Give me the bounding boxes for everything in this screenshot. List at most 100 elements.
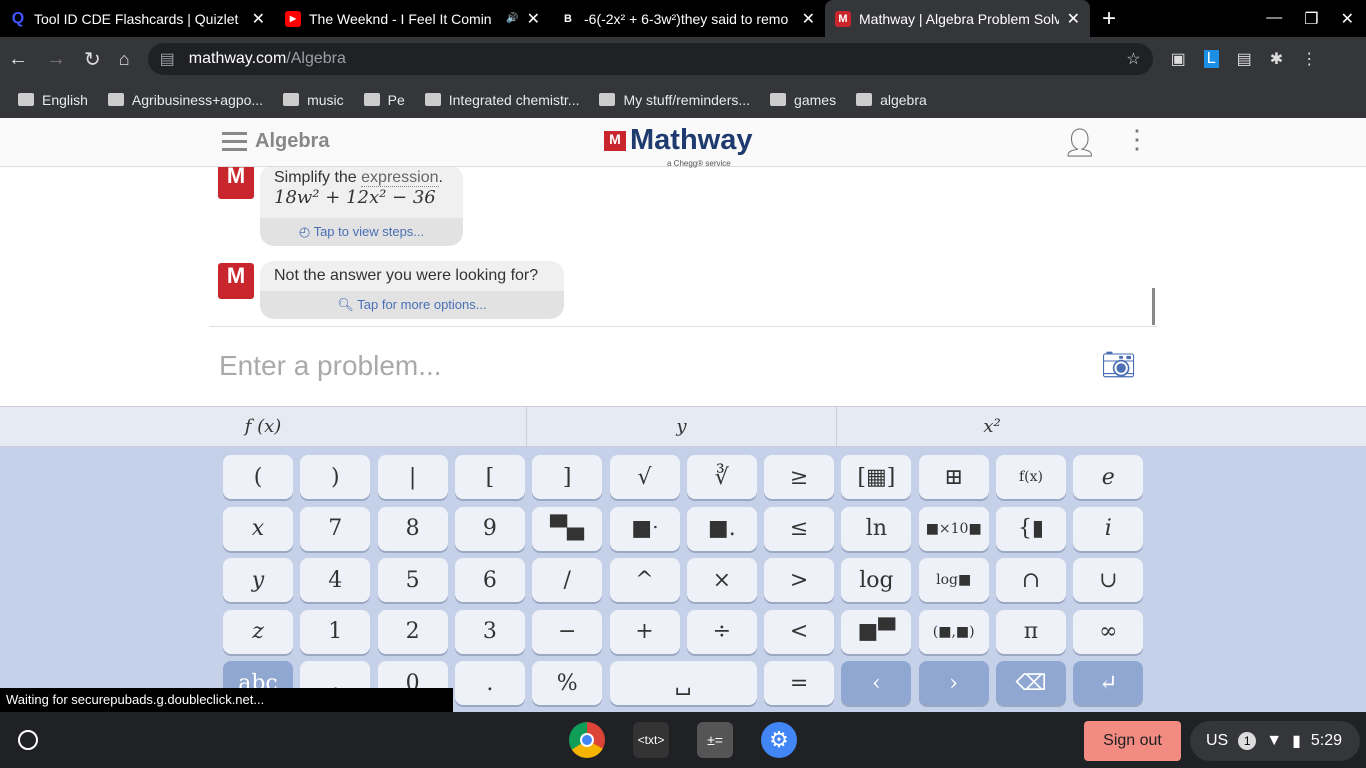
key[interactable]: / xyxy=(532,558,603,602)
key[interactable]: › xyxy=(918,661,989,705)
key[interactable]: 1 xyxy=(300,609,371,654)
key[interactable]: 2 xyxy=(377,609,448,654)
key[interactable]: ■▀ xyxy=(841,609,912,654)
key[interactable]: 3 xyxy=(454,609,525,654)
key[interactable]: ■ᐧ xyxy=(609,506,680,551)
key[interactable]: ■×10■ xyxy=(918,506,989,551)
problem-input[interactable]: Enter a problem... 📷︎ xyxy=(209,328,1157,406)
back-icon[interactable]: ← xyxy=(8,48,28,71)
system-tray[interactable]: US 1 ▼ ▮ 5:29 xyxy=(1190,721,1360,761)
user-icon[interactable]: 👤︎ xyxy=(1062,126,1098,159)
key[interactable]: ↵ xyxy=(1073,661,1144,705)
forward-icon[interactable]: → xyxy=(46,48,66,71)
settings-icon[interactable]: ⚙ xyxy=(761,722,797,758)
tab-youtube[interactable]: ▶ The Weeknd - I Feel It Comin 🔊 ✕ xyxy=(275,0,550,37)
key[interactable]: ] xyxy=(532,455,603,499)
bookmark-folder[interactable]: My stuff/reminders... xyxy=(599,92,750,108)
chrome-icon[interactable] xyxy=(569,722,605,758)
mathway-logo[interactable]: M Mathway a Chegg® service xyxy=(604,124,752,168)
close-window-icon[interactable]: ✕ xyxy=(1341,9,1354,29)
page-info-icon[interactable]: ▤ xyxy=(160,49,175,69)
key[interactable]: ∛ xyxy=(686,455,757,499)
key[interactable]: ( xyxy=(223,455,293,499)
more-options-button[interactable]: 🔍︎ Tap for more options... xyxy=(260,291,564,319)
key[interactable]: x xyxy=(223,506,293,551)
tab-mathway[interactable]: M Mathway | Algebra Problem Solve ✕ xyxy=(825,0,1090,37)
restore-icon[interactable]: ❐ xyxy=(1304,9,1318,29)
extension-icon[interactable]: ▤ xyxy=(1237,49,1252,69)
key[interactable]: ∞ xyxy=(1073,609,1144,654)
key[interactable]: log■ xyxy=(918,558,989,602)
key[interactable]: ⊞ xyxy=(918,455,989,499)
extension-icon[interactable]: L xyxy=(1203,50,1219,68)
key[interactable]: + xyxy=(609,609,680,654)
key[interactable]: ) xyxy=(300,455,371,499)
extension-icon[interactable]: ▣ xyxy=(1171,49,1186,69)
more-options-icon[interactable]: ⋮ xyxy=(1124,124,1150,155)
key[interactable]: | xyxy=(377,455,448,499)
key[interactable]: 7 xyxy=(300,506,371,551)
key[interactable]: ln xyxy=(841,506,912,551)
key[interactable]: log xyxy=(841,558,912,602)
home-icon[interactable]: ⌂ xyxy=(119,49,130,70)
key[interactable]: ▀▄ xyxy=(532,506,603,551)
new-tab-button[interactable]: + xyxy=(1102,5,1116,33)
reload-icon[interactable]: ↻ xyxy=(84,47,101,72)
key[interactable]: 8 xyxy=(377,506,448,551)
key[interactable]: ∩ xyxy=(996,558,1066,602)
key[interactable]: {▮ xyxy=(996,506,1066,551)
expression-link[interactable]: expression xyxy=(361,169,439,187)
key[interactable]: ‹ xyxy=(841,661,912,705)
calculator-icon[interactable]: ±= xyxy=(697,722,733,758)
close-icon[interactable]: ✕ xyxy=(802,9,815,29)
key[interactable]: × xyxy=(686,558,757,602)
bookmark-star-icon[interactable]: ☆ xyxy=(1126,49,1140,69)
key[interactable]: ■. xyxy=(686,506,757,551)
view-steps-button[interactable]: ◴ Tap to view steps... xyxy=(260,218,463,246)
key[interactable]: √ xyxy=(609,455,680,499)
menu-icon[interactable]: ⋮ xyxy=(1301,49,1317,69)
key[interactable]: [ xyxy=(454,455,525,499)
bookmark-folder[interactable]: Integrated chemistr... xyxy=(424,92,579,108)
bookmark-folder[interactable]: Agribusiness+agpo... xyxy=(107,92,263,108)
close-icon[interactable]: ✕ xyxy=(1067,9,1080,29)
bookmark-folder[interactable]: games xyxy=(770,92,836,108)
hamburger-menu-icon[interactable] xyxy=(222,132,247,156)
bookmark-folder[interactable]: English xyxy=(18,92,88,108)
tab-variables[interactable]: y xyxy=(527,407,837,446)
tab-powers[interactable]: x² xyxy=(837,407,1147,446)
key[interactable]: ÷ xyxy=(686,609,757,654)
key[interactable]: ≤ xyxy=(764,506,835,551)
launcher-icon[interactable] xyxy=(18,730,38,750)
key[interactable]: > xyxy=(764,558,835,602)
bookmark-folder[interactable]: algebra xyxy=(856,92,927,108)
minimize-icon[interactable]: — xyxy=(1266,9,1282,29)
key[interactable]: < xyxy=(764,609,835,654)
audio-icon[interactable]: 🔊 xyxy=(506,13,518,24)
key[interactable]: (■,■) xyxy=(918,609,989,654)
key[interactable]: = xyxy=(764,661,835,705)
key[interactable]: − xyxy=(532,609,603,654)
tab-functions[interactable]: f (x) xyxy=(0,407,527,446)
scrollbar[interactable] xyxy=(1152,288,1155,325)
address-bar[interactable]: ▤ mathway.com/Algebra ☆ xyxy=(147,43,1153,75)
key[interactable]: z xyxy=(223,609,293,654)
key[interactable]: i xyxy=(1073,506,1144,551)
extensions-puzzle-icon[interactable]: ✱ xyxy=(1270,49,1283,69)
sign-out-button[interactable]: Sign out xyxy=(1084,721,1181,761)
tab-brainly[interactable]: B -6(-2x² + 6-3w²)they said to remo ✕ xyxy=(550,0,825,37)
bookmark-folder[interactable]: music xyxy=(283,92,344,108)
key[interactable]: ␣ xyxy=(609,661,757,705)
key[interactable]: ≥ xyxy=(764,455,835,499)
close-icon[interactable]: ✕ xyxy=(527,9,540,29)
key[interactable]: 5 xyxy=(377,558,448,602)
key[interactable]: [▦] xyxy=(841,455,912,499)
tab-quizlet[interactable]: Q Tool ID CDE Flashcards | Quizlet ✕ xyxy=(0,0,275,37)
key[interactable]: % xyxy=(532,661,603,705)
key[interactable]: 4 xyxy=(300,558,371,602)
close-icon[interactable]: ✕ xyxy=(252,9,265,29)
key[interactable]: ∪ xyxy=(1073,558,1144,602)
camera-icon[interactable]: 📷︎ xyxy=(1101,348,1137,381)
key[interactable]: e xyxy=(1073,455,1144,499)
key[interactable]: 6 xyxy=(454,558,525,602)
